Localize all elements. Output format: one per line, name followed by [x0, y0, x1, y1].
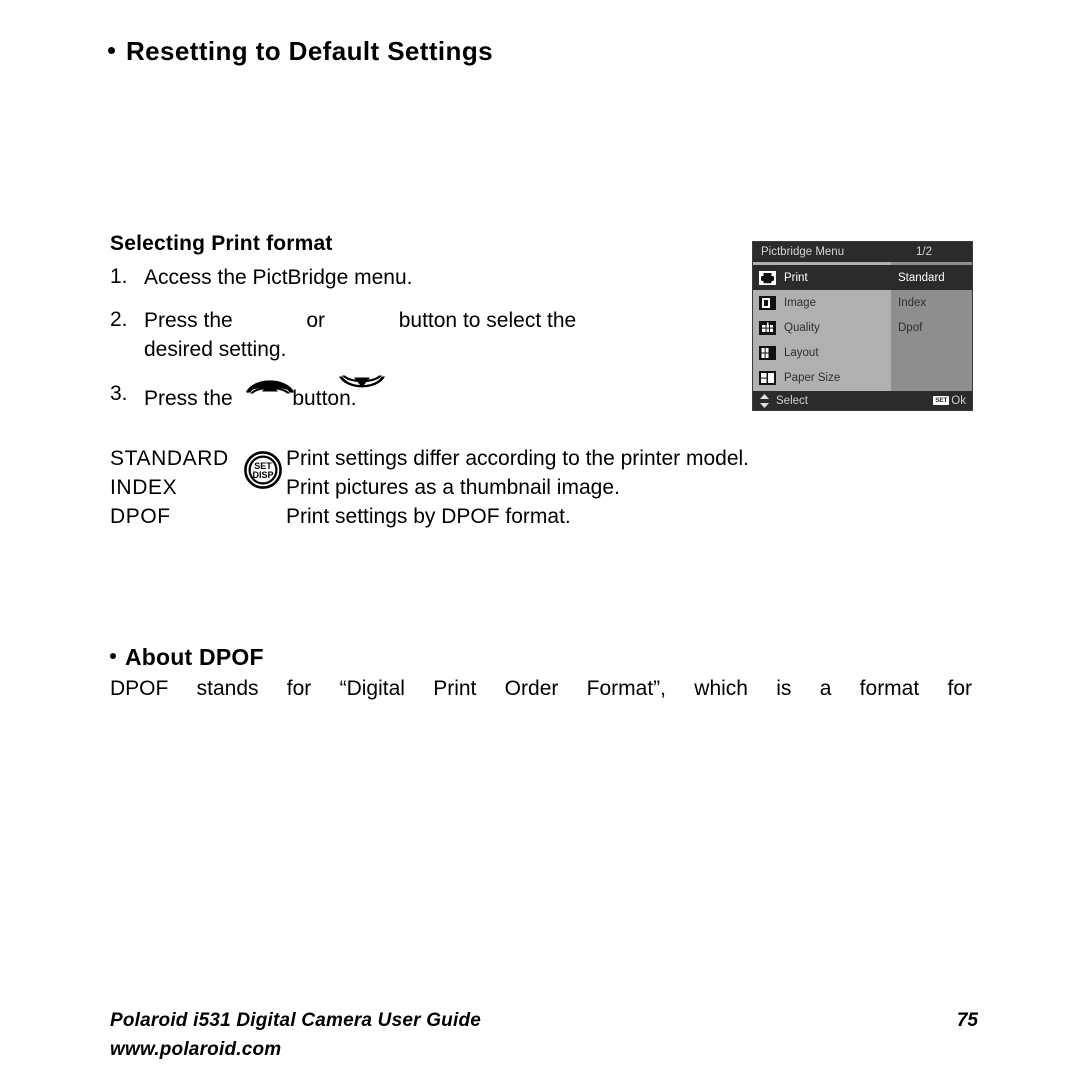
- lcd-menu-item-image[interactable]: Image: [753, 290, 891, 315]
- page-title: Resetting to Default Settings: [108, 36, 493, 67]
- section-subtitle: Selecting Print format: [110, 232, 333, 255]
- definition-row-index: INDEX Print pictures as a thumbnail imag…: [110, 473, 940, 502]
- page-title-text: Resetting to Default Settings: [126, 36, 493, 66]
- lcd-option-list: Standard Index Dpof: [891, 262, 972, 391]
- step-1-number: 1.: [110, 265, 128, 288]
- printer-icon: [759, 270, 776, 285]
- lcd-menu-item-quality-label: Quality: [784, 321, 820, 334]
- lcd-option-standard-label: Standard: [898, 271, 945, 284]
- about-dpof-heading-text: About DPOF: [125, 644, 264, 670]
- step-3-text-1: Press the: [144, 386, 239, 410]
- bullet-icon: [110, 652, 116, 659]
- lcd-option-index-label: Index: [898, 296, 927, 309]
- image-icon: [759, 295, 776, 310]
- step-2-text-3: button to select the: [392, 309, 577, 332]
- definition-term-dpof: DPOF: [110, 505, 171, 528]
- step-1-body: Access the PictBridge menu.: [144, 262, 730, 293]
- lcd-footer-select-label: Select: [776, 394, 808, 407]
- set-disp-button-icon: SET DISP: [243, 389, 282, 489]
- instruction-steps: 1. Access the PictBridge menu. 2. Press …: [110, 262, 730, 489]
- layout-icon: [759, 345, 776, 360]
- up-down-arrows-icon: [759, 393, 770, 409]
- step-2-body: Press the or button to select the desire…: [144, 305, 730, 394]
- footer-website: www.polaroid.com: [110, 1039, 282, 1060]
- step-2-text-1: Press the: [144, 309, 239, 332]
- bullet-icon: [108, 46, 115, 54]
- lcd-page-indicator: 1/2: [916, 246, 932, 258]
- step-3-number: 3.: [110, 382, 128, 405]
- set-badge-icon: SET: [933, 396, 950, 405]
- lcd-header: Pictbridge Menu 1/2: [753, 242, 972, 262]
- print-format-definitions: STANDARD Print settings differ according…: [110, 444, 940, 531]
- lcd-footer-ok-label: Ok: [951, 394, 966, 407]
- page-footer: Polaroid i531 Digital Camera User Guide …: [110, 1010, 978, 1061]
- camera-lcd-pictbridge-menu: Pictbridge Menu 1/2 Print Image Quality …: [752, 241, 973, 411]
- quality-icon: [759, 320, 776, 335]
- lcd-menu-item-paper-size[interactable]: Paper Size: [753, 365, 891, 390]
- about-dpof-paragraph: DPOF stands for “Digital Print Order For…: [110, 677, 972, 700]
- step-2: 2. Press the or button to select the des…: [110, 305, 730, 394]
- definition-term-standard: STANDARD: [110, 447, 229, 470]
- lcd-option-dpof[interactable]: Dpof: [891, 315, 972, 340]
- lcd-menu-item-print-label: Print: [784, 271, 808, 284]
- definition-desc-index: Print pictures as a thumbnail image.: [286, 476, 620, 499]
- lcd-menu-item-image-label: Image: [784, 296, 816, 309]
- lcd-menu-list: Print Image Quality Layout Paper Size: [753, 262, 891, 391]
- lcd-body: Print Image Quality Layout Paper Size St…: [753, 262, 972, 391]
- lcd-option-standard[interactable]: Standard: [891, 265, 972, 290]
- paper-size-icon: [759, 370, 776, 385]
- lcd-footer-ok: SET Ok: [933, 395, 966, 407]
- lcd-menu-item-quality[interactable]: Quality: [753, 315, 891, 340]
- lcd-header-title: Pictbridge Menu: [761, 246, 845, 258]
- definition-row-dpof: DPOF Print settings by DPOF format.: [110, 502, 940, 531]
- lcd-menu-item-print[interactable]: Print: [753, 265, 891, 290]
- arrow-down-button-icon: [337, 310, 387, 388]
- lcd-option-dpof-label: Dpof: [898, 321, 923, 334]
- lcd-footer: Select SET Ok: [753, 391, 972, 410]
- about-dpof-heading: About DPOF: [110, 644, 264, 671]
- step-1-text: Access the PictBridge menu.: [144, 266, 413, 289]
- definition-desc-standard: Print settings differ according to the p…: [286, 447, 750, 470]
- lcd-option-index[interactable]: Index: [891, 290, 972, 315]
- lcd-menu-item-paper-size-label: Paper Size: [784, 371, 841, 384]
- step-1: 1. Access the PictBridge menu.: [110, 262, 730, 293]
- footer-guide-title: Polaroid i531 Digital Camera User Guide: [110, 1010, 482, 1031]
- step-2-text-2: or: [300, 309, 331, 332]
- arrow-up-button-icon: [245, 310, 295, 394]
- definition-term-index: INDEX: [110, 476, 178, 499]
- lcd-menu-item-layout-label: Layout: [784, 346, 819, 359]
- step-3-body: Press the SET DISP button.: [144, 379, 730, 489]
- definition-desc-dpof: Print settings by DPOF format.: [286, 505, 571, 528]
- lcd-menu-item-layout[interactable]: Layout: [753, 340, 891, 365]
- footer-page-number: 75: [956, 1010, 978, 1031]
- definition-row-standard: STANDARD Print settings differ according…: [110, 444, 940, 473]
- step-3: 3. Press the SET DISP button.: [110, 379, 730, 489]
- step-2-number: 2.: [110, 308, 128, 331]
